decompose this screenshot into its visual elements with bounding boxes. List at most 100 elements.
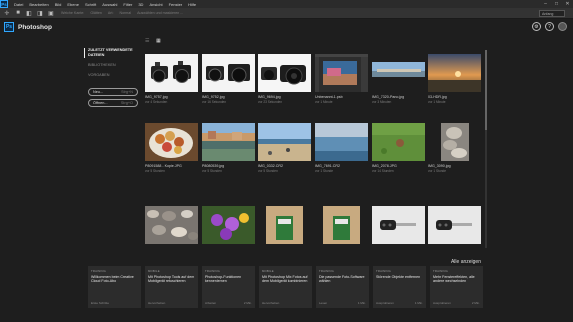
- selection-intersect-icon[interactable]: ▣: [47, 9, 55, 17]
- recent-file-tile[interactable]: [202, 206, 255, 244]
- new-file-button[interactable]: Neu... Strg+N: [88, 88, 138, 96]
- learn-card[interactable]: Mobile Mit Photoshop Mix Fotos auf dem Mo…: [259, 266, 312, 308]
- file-thumbnail[interactable]: [315, 54, 368, 92]
- file-thumbnail[interactable]: [202, 54, 255, 92]
- open-file-button[interactable]: Öffnen... Strg+O: [88, 99, 138, 107]
- recent-file-tile[interactable]: IMG_9694.jpg vor 23 Sekunden: [258, 54, 311, 104]
- learn-card[interactable]: Training Mehr Fenstereffekten, alle ander…: [430, 266, 483, 308]
- file-modified-time: vor 14 Stunden: [372, 169, 394, 173]
- menu-hilfe[interactable]: Hilfe: [188, 2, 196, 7]
- file-thumbnail[interactable]: [428, 123, 481, 161]
- recent-file-tile[interactable]: P8091588 - Kopie.JPG vor 5 Stunden: [145, 123, 198, 173]
- file-thumbnail[interactable]: [315, 206, 368, 244]
- recent-file-tile[interactable]: IMG_7320-Pano.jpg vor 3 Minuten: [372, 54, 425, 104]
- menu-schrift[interactable]: Schrift: [85, 2, 96, 7]
- file-modified-time: vor 5 Stunden: [258, 169, 278, 173]
- menu-bar: Ps Datei Bearbeiten Bild Ebene Schrift A…: [0, 0, 573, 8]
- menu-auswahl[interactable]: Auswahl: [102, 2, 117, 7]
- menu-ansicht[interactable]: Ansicht: [149, 2, 162, 7]
- learn-card[interactable]: Training Willkommen beim Creative Cloud F…: [88, 266, 141, 308]
- nav-recent-files[interactable]: Zuletzt verwendete Dateien: [84, 48, 142, 58]
- menu-3d[interactable]: 3D: [138, 2, 143, 7]
- file-name: IMG_9757.jpg: [145, 95, 168, 99]
- close-window-button[interactable]: ✕: [562, 0, 573, 8]
- menu-fenster[interactable]: Fenster: [169, 2, 183, 7]
- menu-filter[interactable]: Filter: [123, 2, 132, 7]
- workspace-select[interactable]: Anfang: [539, 10, 565, 17]
- learn-card-title: Willkommen beim Creative Cloud Foto-Abo: [91, 275, 134, 284]
- file-thumbnail[interactable]: [428, 206, 481, 244]
- learn-card-action: Arbeiten: [205, 301, 217, 305]
- menu-datei[interactable]: Datei: [14, 2, 23, 7]
- learn-card[interactable]: Training Die passende Foto-Software wähle…: [316, 266, 369, 308]
- selection-subtract-icon[interactable]: ◨: [36, 9, 44, 17]
- menu-ebene[interactable]: Ebene: [67, 2, 79, 7]
- file-modified-time: vor 1 Stunde: [428, 169, 447, 173]
- minimize-button[interactable]: –: [540, 0, 551, 8]
- recent-file-tile[interactable]: [145, 206, 198, 244]
- file-thumbnail[interactable]: [145, 123, 198, 161]
- nav-presets[interactable]: Vorgaben: [88, 73, 142, 78]
- file-thumbnail[interactable]: [372, 206, 425, 244]
- file-name: IMG_7320-Pano.jpg: [372, 95, 405, 99]
- grid-view-icon[interactable]: ▦: [156, 39, 161, 44]
- recent-file-tile[interactable]: IMG_7691.CR2 vor 1 Stunde: [315, 123, 368, 173]
- learn-card-action: Ausprobieren: [376, 301, 394, 305]
- learn-card[interactable]: Training Störende Objekte entfernen Auspro…: [373, 266, 426, 308]
- recent-file-tile[interactable]: [428, 206, 481, 244]
- file-thumbnail[interactable]: [258, 206, 311, 244]
- recent-file-tile[interactable]: IMG_3090.jpg vor 1 Stunde: [428, 123, 481, 173]
- recent-file-tile[interactable]: IMG_9752.jpg vor 16 Sekunden: [202, 54, 255, 104]
- avatar-icon[interactable]: [558, 22, 567, 31]
- maximize-button[interactable]: □: [551, 0, 562, 8]
- nav-libraries[interactable]: Bibliotheken: [88, 63, 142, 68]
- recent-file-tile[interactable]: IMG_0332.CR2 vor 5 Stunden: [258, 123, 311, 173]
- menu-bearbeiten[interactable]: Bearbeiten: [29, 2, 48, 7]
- style-select[interactable]: Normal: [120, 11, 132, 15]
- file-thumbnail[interactable]: [315, 123, 368, 161]
- help-icon[interactable]: ?: [545, 22, 554, 31]
- learn-card[interactable]: Training Photoshop-Funktionen kennenlerne…: [202, 266, 255, 308]
- learn-card-action: Lesen: [319, 301, 328, 305]
- file-thumbnail[interactable]: [258, 123, 311, 161]
- grid-scrollbar[interactable]: [485, 50, 487, 248]
- selection-add-icon[interactable]: ◧: [25, 9, 33, 17]
- app-title: Photoshop: [18, 23, 52, 31]
- view-toggles: ☰ ▦: [145, 39, 161, 44]
- recent-file-tile[interactable]: [258, 206, 311, 244]
- file-thumbnail[interactable]: [372, 54, 425, 92]
- scrollbar-thumb[interactable]: [485, 50, 487, 130]
- file-name: IMG_3090.jpg: [428, 164, 451, 168]
- list-view-icon[interactable]: ☰: [145, 39, 150, 44]
- file-thumbnail[interactable]: [145, 206, 198, 244]
- file-modified-time: vor 4 Sekunden: [145, 100, 168, 104]
- file-thumbnail[interactable]: [258, 54, 311, 92]
- recent-file-tile[interactable]: IMG_9757.jpg vor 4 Sekunden: [145, 54, 198, 104]
- recent-file-tile[interactable]: [372, 206, 425, 244]
- file-name: Unbenannt-1.psb: [315, 95, 343, 99]
- recent-file-tile[interactable]: [315, 206, 368, 244]
- antialias-label[interactable]: Glätten: [90, 11, 102, 15]
- file-name: IMG_0332.CR2: [258, 164, 283, 168]
- menu-bild[interactable]: Bild: [55, 2, 62, 7]
- show-all-link[interactable]: Alle anzeigen: [451, 259, 481, 265]
- file-modified-time: vor 1 Minute: [315, 100, 333, 104]
- gear-icon[interactable]: ⚙: [532, 22, 541, 31]
- file-thumbnail[interactable]: [428, 54, 481, 92]
- file-thumbnail[interactable]: [202, 123, 255, 161]
- recent-file-tile[interactable]: IMG_2078.JPG vor 14 Stunden: [372, 123, 425, 173]
- select-and-mask-button[interactable]: Auswählen und maskieren ...: [137, 11, 183, 15]
- learn-card-title: Mit Photoshop Mix Fotos auf dem Mobilger…: [262, 275, 308, 284]
- recent-file-tile[interactable]: Unbenannt-1.psb vor 1 Minute: [315, 54, 368, 104]
- recent-file-tile[interactable]: 03-HDR.jpg vor 1 Minute: [428, 54, 481, 104]
- recent-file-tile[interactable]: P8080539.jpg vor 5 Stunden: [202, 123, 255, 173]
- learn-card-title: Mehr Fenstereffekten, alle andere wechse…: [433, 275, 475, 284]
- file-thumbnail[interactable]: [372, 123, 425, 161]
- selection-new-icon[interactable]: ■: [14, 9, 22, 17]
- learn-card[interactable]: Mobile Mit Photoshop Tools auf dem Mobilg…: [145, 266, 198, 308]
- file-modified-time: vor 1 Stunde: [315, 169, 334, 173]
- photoshop-logo-icon: Ps: [4, 22, 14, 32]
- file-thumbnail[interactable]: [202, 206, 255, 244]
- file-thumbnail[interactable]: [145, 54, 198, 92]
- move-tool-icon[interactable]: ✛: [3, 9, 11, 17]
